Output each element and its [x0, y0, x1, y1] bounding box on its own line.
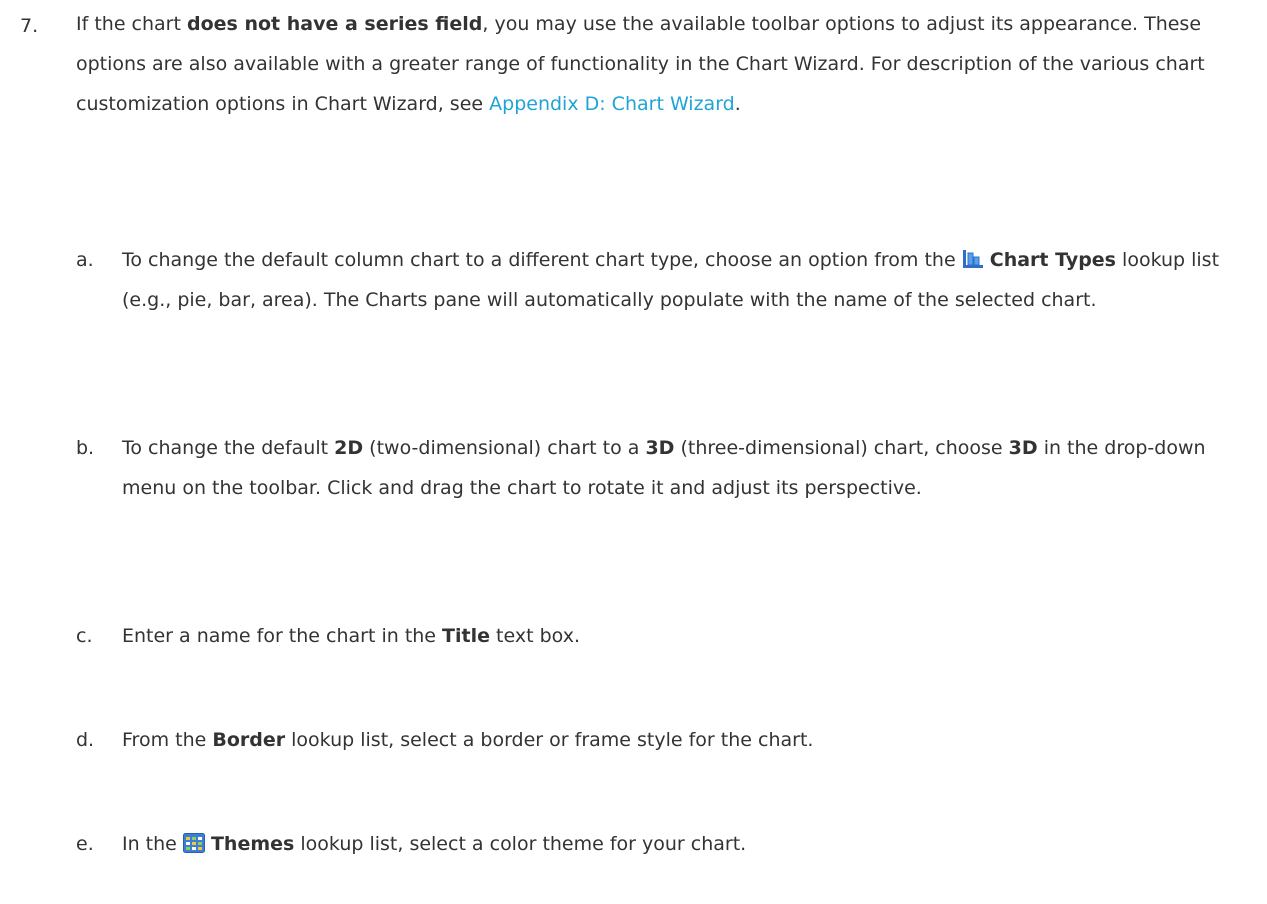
substep-b-text-1: To change the default — [122, 437, 335, 459]
chart-types-icon — [962, 250, 983, 268]
substep-a-bold: Chart Types — [989, 249, 1116, 271]
substep-c-text-1: Enter a name for the chart in the — [122, 625, 443, 647]
step-number: 7. — [20, 15, 39, 37]
substep-e-text-1: In the — [122, 833, 183, 855]
substep-e-label: e. — [76, 833, 94, 855]
appendix-link[interactable]: Appendix D: Chart Wizard — [489, 93, 735, 115]
substep-c-text: Enter a name for the chart in the Title … — [122, 616, 1257, 656]
substep-e-text-2: lookup list, select a color theme for yo… — [294, 833, 747, 855]
step-bold-1: does not have a series field — [187, 13, 483, 35]
substep-c-label: c. — [76, 625, 93, 647]
substep-b-bold-2: 3D — [645, 437, 675, 459]
substep-b-text: To change the default 2D (two-dimensiona… — [122, 428, 1257, 508]
substep-e-bold: Themes — [210, 833, 295, 855]
substep-d-label: d. — [76, 729, 95, 751]
step-text-3: . — [734, 93, 741, 115]
substep-a-text-1: To change the default column chart to a … — [122, 249, 962, 271]
substep-b-text-2: (two-dimensional) chart to a — [363, 437, 646, 459]
substep-b-bold-1: 2D — [334, 437, 364, 459]
themes-icon — [182, 833, 205, 853]
substep-b-label: b. — [76, 437, 95, 459]
substep-e-text: In the Themes lookup list, select a colo… — [122, 824, 1257, 864]
substep-a-text: To change the default column chart to a … — [122, 240, 1257, 320]
substep-c-bold: Title — [442, 625, 491, 647]
document-page: 7. If the chart does not have a series f… — [0, 0, 1267, 904]
substep-d-text: From the Border lookup list, select a bo… — [122, 720, 1257, 760]
substep-d-bold: Border — [212, 729, 286, 751]
step-text-1: If the chart — [76, 13, 187, 35]
substep-d-text-1: From the — [122, 729, 213, 751]
substep-b-bold-3: 3D — [1008, 437, 1038, 459]
step-paragraph: If the chart does not have a series fiel… — [76, 4, 1256, 124]
substep-d-text-2: lookup list, select a border or frame st… — [285, 729, 814, 751]
substep-b-text-3: (three-dimensional) chart, choose — [674, 437, 1009, 459]
substep-c-text-2: text box. — [490, 625, 580, 647]
substep-a-label: a. — [76, 249, 94, 271]
